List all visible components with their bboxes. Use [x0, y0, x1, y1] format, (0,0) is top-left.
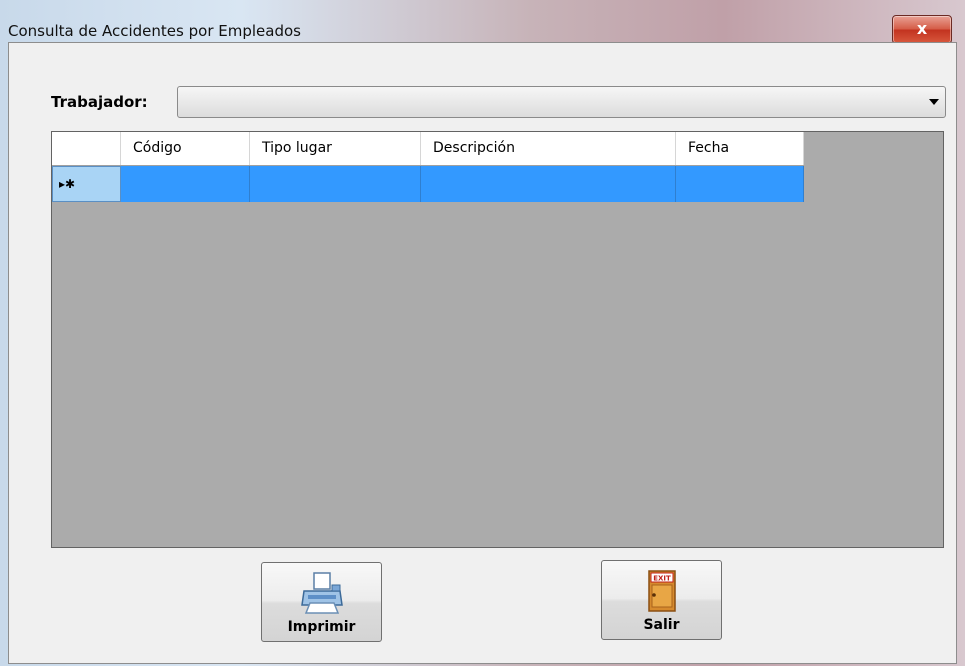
close-button[interactable]: x — [892, 15, 952, 44]
printer-icon — [301, 572, 343, 614]
exit-door-icon: EXIT — [648, 570, 676, 612]
chevron-down-icon[interactable] — [929, 99, 939, 105]
cell-descripcion[interactable] — [421, 166, 676, 202]
trabajador-label: Trabajador: — [51, 93, 148, 111]
column-header-tipo-lugar[interactable]: Tipo lugar — [250, 132, 421, 165]
grid-header: Código Tipo lugar Descripción Fecha — [52, 132, 804, 166]
new-row-indicator-icon[interactable]: ▸✱ — [52, 166, 121, 202]
trabajador-dropdown[interactable] — [177, 86, 946, 118]
close-icon: x — [916, 19, 928, 38]
table-row[interactable]: ▸✱ — [52, 166, 804, 202]
cell-tipo-lugar[interactable] — [250, 166, 421, 202]
imprimir-button[interactable]: Imprimir — [261, 562, 382, 642]
window-title: Consulta de Accidentes por Empleados — [8, 22, 301, 40]
cell-codigo[interactable] — [121, 166, 250, 202]
row-header-corner — [52, 132, 121, 165]
accidents-grid[interactable]: Código Tipo lugar Descripción Fecha ▸✱ — [51, 131, 944, 548]
cell-fecha[interactable] — [676, 166, 804, 202]
form-body: Trabajador: Código Tipo lugar Descripció… — [8, 42, 957, 664]
salir-button[interactable]: EXIT Salir — [601, 560, 722, 640]
column-header-fecha[interactable]: Fecha — [676, 132, 804, 165]
title-bar[interactable]: Consulta de Accidentes por Empleados x — [0, 0, 965, 44]
salir-label: Salir — [643, 617, 680, 633]
column-header-descripcion[interactable]: Descripción — [421, 132, 676, 165]
exit-sign-text: EXIT — [653, 575, 671, 583]
imprimir-label: Imprimir — [287, 619, 356, 635]
app-window: Consulta de Accidentes por Empleados x T… — [0, 0, 965, 666]
column-header-codigo[interactable]: Código — [121, 132, 250, 165]
